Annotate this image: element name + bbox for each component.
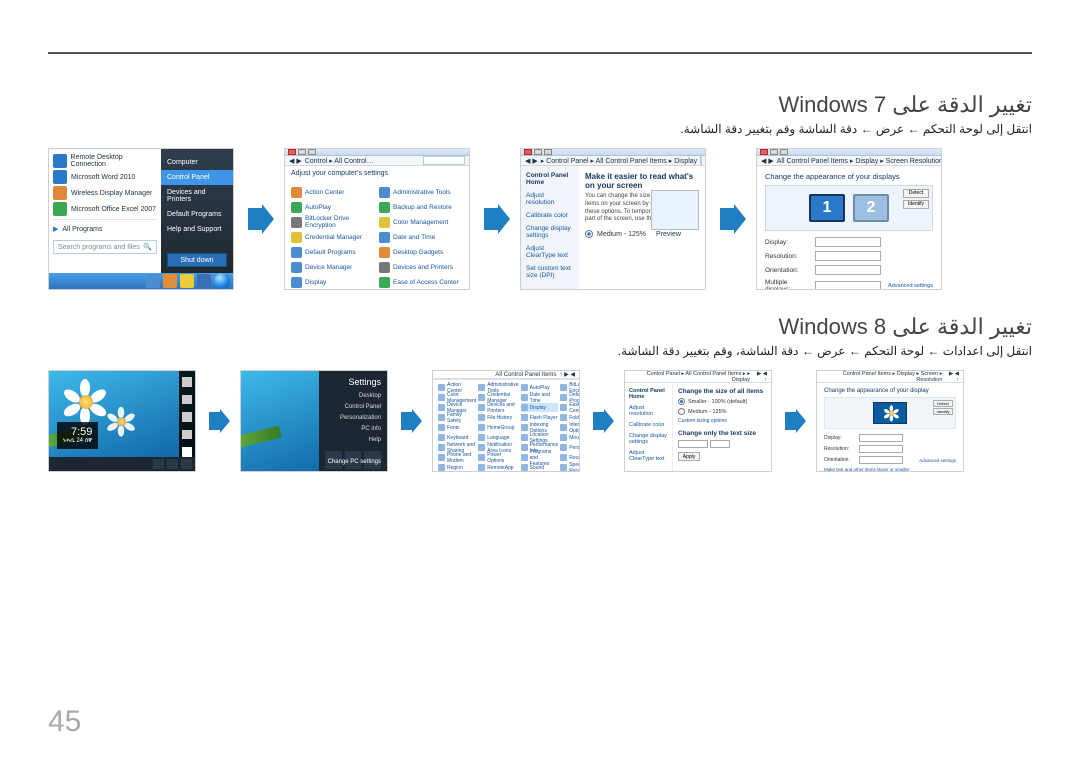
cp-item: Devices and Printers: [478, 403, 518, 412]
heading-win8: تغيير الدقة على Windows 8: [48, 314, 1032, 340]
arrow-icon: [590, 409, 614, 433]
instruction-win8: انتقل إلى اعدادات ← لوحة التحكم ← عرض ← …: [48, 344, 1032, 358]
screenshot-win7-control-panel: ◀ ▶Control ▸ All Control… Adjust your co…: [284, 148, 470, 290]
cp-item: HomeGroup: [478, 423, 518, 432]
row-win7: Remote Desktop Connection Microsoft Word…: [48, 148, 1032, 290]
cp-item: Power Options: [478, 453, 518, 462]
clock-overlay: 7:59ነሐሴ 24 ሰኞ: [57, 422, 98, 449]
screenshot-win8-charms: 7:59ነሐሴ 24 ሰኞ: [48, 370, 196, 472]
multidisplay-dropdown[interactable]: [815, 281, 881, 290]
section-win7: تغيير الدقة على Windows 7 انتقل إلى لوحة…: [48, 92, 1032, 290]
charms-bar[interactable]: [179, 371, 195, 457]
start-item: Wireless Display Manager: [71, 190, 152, 197]
orientation-dropdown[interactable]: [815, 265, 881, 275]
arrow-icon: [716, 204, 746, 234]
display-dropdown[interactable]: [815, 237, 881, 247]
start-orb[interactable]: [214, 273, 230, 289]
start-search[interactable]: Search programs and files🔍: [53, 240, 157, 254]
cp-item: RemoteApp: [478, 463, 518, 472]
all-programs: All Programs: [62, 226, 102, 233]
shutdown-button[interactable]: Shut down: [167, 253, 227, 267]
screenshot-win7-screen-resolution: ◀ ▶All Control Panel Items ▸ Display ▸ S…: [756, 148, 942, 290]
detect-button[interactable]: Detect: [903, 189, 929, 198]
identify-button[interactable]: Identify: [903, 200, 929, 209]
cp-search[interactable]: [423, 156, 465, 165]
screenshot-win8-settings-pane: Settings Desktop Control Panel Personali…: [240, 370, 388, 472]
start-item: Microsoft Word 2010: [71, 174, 135, 181]
cp-item: Programs and Features: [521, 453, 559, 462]
cp-item[interactable]: Display: [521, 403, 559, 412]
cp-item: File History: [478, 413, 518, 422]
settings-charm-icon: [182, 447, 192, 457]
start-item: Remote Desktop Connection: [71, 154, 157, 168]
cp-item: Family Safety: [438, 413, 476, 422]
cp-item: Ease of Access Center: [560, 403, 580, 412]
arrow-icon: [782, 409, 806, 433]
arrow-icon: [244, 204, 274, 234]
resolution-dropdown[interactable]: [815, 251, 881, 261]
cp-item: Personalization: [560, 443, 580, 452]
cp-item: Sound: [521, 463, 559, 472]
heading-win7: تغيير الدقة على Windows 7: [48, 92, 1032, 118]
start-control-panel[interactable]: Control Panel: [161, 170, 233, 185]
screenshot-win8-display: ◀ ▶ ↑▸ Control Panel ▸ All Control Panel…: [624, 370, 772, 472]
cp-item: Internet Options: [560, 423, 580, 432]
arrow-icon: [480, 204, 510, 234]
page-number: 45: [48, 705, 81, 739]
screenshot-win8-screen-resolution: ◀ ▶ ↑▸ Control Panel Items ▸ Display ▸ S…: [816, 370, 964, 472]
cp-item: Speech Recognition: [560, 463, 580, 472]
arrow-icon: [398, 409, 422, 433]
cp-item: Date and Time: [521, 393, 559, 402]
cp-item: Fonts: [438, 423, 476, 432]
screenshot-win8-control-panel: ◀ ▶ ↑All Control Panel Items Action Cent…: [432, 370, 580, 472]
instruction-win7: انتقل إلى لوحة التحكم ← عرض ← دقة الشاشة…: [48, 122, 1032, 136]
taskbar: [49, 273, 233, 289]
start-item: Microsoft Office Excel 2007: [71, 206, 156, 213]
apply-button[interactable]: Apply: [678, 452, 700, 461]
settings-control-panel[interactable]: Control Panel: [325, 404, 381, 410]
arrow-icon: [206, 409, 230, 433]
cp-item: Region: [438, 463, 476, 472]
top-rule: [48, 52, 1032, 54]
row-win8: 7:59ነሐሴ 24 ሰኞ Settings Desktop Control P…: [48, 370, 1032, 472]
screenshot-win7-start-menu: Remote Desktop Connection Microsoft Word…: [48, 148, 234, 290]
cp-item: Mouse: [560, 433, 580, 442]
cp-item: Phone and Modem: [438, 453, 476, 462]
screenshot-win7-display: ◀ ▶▸ Control Panel ▸ All Control Panel I…: [520, 148, 706, 290]
section-win8: تغيير الدقة على Windows 8 انتقل إلى اعدا…: [48, 314, 1032, 472]
